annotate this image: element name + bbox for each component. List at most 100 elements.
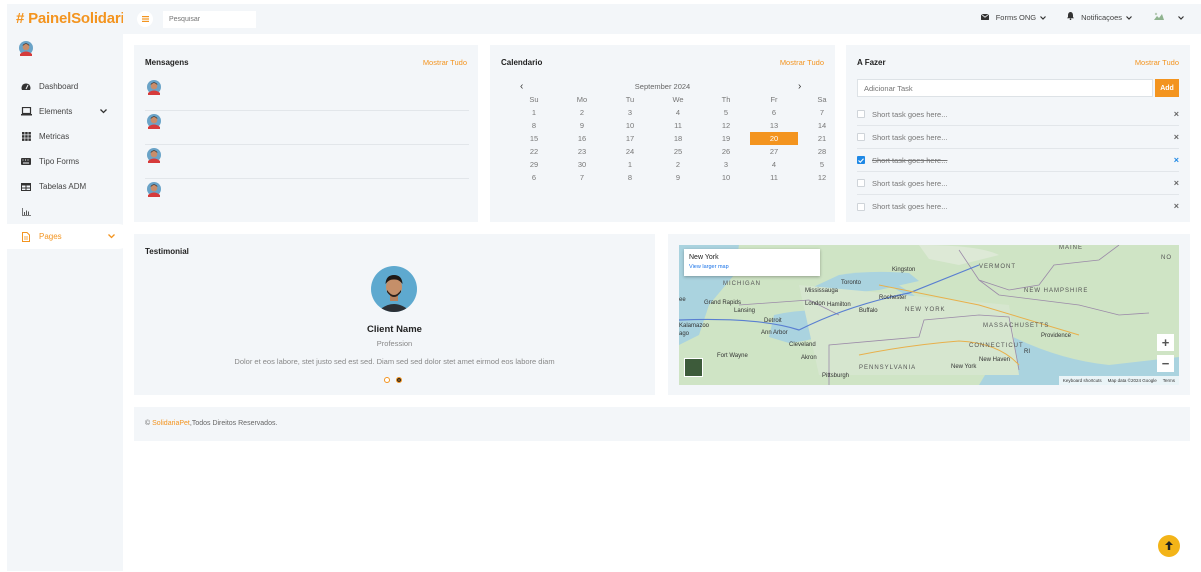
calendar-day[interactable]: 9 <box>558 119 606 132</box>
sidebar-item-tabelas-adm[interactable]: Tabelas ADM <box>7 174 123 199</box>
sidebar-item-pages[interactable]: Pages <box>7 224 131 249</box>
delete-task-icon[interactable]: × <box>1174 155 1179 165</box>
avatar <box>146 113 162 133</box>
calendar-day[interactable]: 14 <box>798 119 846 132</box>
messages-card: Mensagens Mostrar Tudo <box>134 45 478 222</box>
sidebar-item-charts[interactable] <box>7 199 123 224</box>
message-item[interactable] <box>145 111 469 145</box>
calendar-day[interactable]: 24 <box>606 145 654 158</box>
google-map[interactable]: MAINE NO VERMONT NEW HAMPSHIRE MASSACHUS… <box>679 245 1179 385</box>
task-text: Short task goes here... <box>872 178 948 188</box>
sidebar-item-dashboard[interactable]: Dashboard <box>7 74 123 99</box>
messages-show-all-link[interactable]: Mostrar Tudo <box>423 58 467 67</box>
user-menu-dropdown[interactable] <box>1153 11 1191 23</box>
message-item[interactable] <box>145 145 469 179</box>
calendar-day[interactable]: 13 <box>750 119 798 132</box>
sidebar-item-elements[interactable]: Elements <box>7 99 123 124</box>
calendar-day[interactable]: 2 <box>654 158 702 171</box>
next-month-button[interactable]: › <box>798 81 801 92</box>
delete-task-icon[interactable]: × <box>1174 109 1179 119</box>
calendar-day[interactable]: 18 <box>654 132 702 145</box>
calendar-day[interactable]: 20 <box>750 132 798 145</box>
todo-show-all-link[interactable]: Mostrar Tudo <box>1135 58 1179 67</box>
sidebar-item-tipo-forms[interactable]: Tipo Forms <box>7 149 123 174</box>
calendar-day[interactable]: 7 <box>798 106 846 119</box>
sidebar-item-label: Tabelas ADM <box>39 182 87 191</box>
sidebar-toggle-button[interactable] <box>137 11 153 27</box>
calendar-day[interactable]: 6 <box>510 171 558 184</box>
calendar-day[interactable]: 1 <box>606 158 654 171</box>
search-input[interactable] <box>163 11 256 28</box>
calendar-day[interactable]: 21 <box>798 132 846 145</box>
message-item[interactable] <box>145 179 469 213</box>
delete-task-icon[interactable]: × <box>1174 178 1179 188</box>
calendar-day[interactable]: 5 <box>702 106 750 119</box>
calendar-day[interactable]: 11 <box>654 119 702 132</box>
map-label: Hamilton <box>827 302 851 308</box>
calendar-day[interactable]: 28 <box>798 145 846 158</box>
user-avatar[interactable] <box>18 40 34 60</box>
calendar-weekday: Fr <box>770 95 778 104</box>
task-checkbox[interactable] <box>857 156 865 164</box>
calendar-day[interactable]: 10 <box>606 119 654 132</box>
task-checkbox[interactable] <box>857 179 865 187</box>
brand-logo[interactable]: # PainelSolidaria <box>16 10 133 27</box>
calendar-day[interactable]: 4 <box>654 106 702 119</box>
calendar-day[interactable]: 5 <box>798 158 846 171</box>
back-to-top-button[interactable] <box>1158 535 1180 557</box>
calendar-day[interactable]: 25 <box>654 145 702 158</box>
calendar-day[interactable]: 23 <box>558 145 606 158</box>
add-task-input[interactable] <box>857 79 1153 97</box>
calendar-day[interactable]: 8 <box>606 171 654 184</box>
table-icon <box>20 181 32 193</box>
keyboard-shortcuts-link[interactable]: Keyboard shortcuts <box>1063 378 1102 383</box>
add-task-button[interactable]: Add <box>1155 79 1179 97</box>
calendar-day[interactable]: 27 <box>750 145 798 158</box>
calendar-day[interactable]: 3 <box>702 158 750 171</box>
calendar-day[interactable]: 19 <box>702 132 750 145</box>
bell-icon <box>1067 12 1081 22</box>
calendar-day[interactable]: 4 <box>750 158 798 171</box>
sidebar-item-label: Metricas <box>39 132 70 141</box>
calendar-day[interactable]: 29 <box>510 158 558 171</box>
calendar-day[interactable]: 15 <box>510 132 558 145</box>
page-footer: © SolidariaPet,Todos Direitos Reservados… <box>134 407 1190 441</box>
map-satellite-toggle[interactable] <box>684 358 703 377</box>
calendar-day[interactable]: 12 <box>798 171 846 184</box>
calendar-show-all-link[interactable]: Mostrar Tudo <box>780 58 824 67</box>
notifications-dropdown[interactable]: Notificaçoes <box>1067 12 1139 22</box>
calendar-day[interactable]: 8 <box>510 119 558 132</box>
task-checkbox[interactable] <box>857 110 865 118</box>
chevron-down-icon <box>100 107 107 116</box>
carousel-dot-1[interactable] <box>384 377 390 383</box>
calendar-day[interactable]: 6 <box>750 106 798 119</box>
view-larger-map-link[interactable]: View larger map <box>689 264 729 270</box>
task-checkbox[interactable] <box>857 202 865 211</box>
task-checkbox[interactable] <box>857 133 865 141</box>
calendar-day[interactable]: 7 <box>558 171 606 184</box>
calendar-title: Calendario <box>501 58 543 67</box>
forms-ong-dropdown[interactable]: Forms ONG <box>980 13 1053 22</box>
calendar-day[interactable]: 12 <box>702 119 750 132</box>
terms-link[interactable]: Terms <box>1163 378 1175 383</box>
zoom-out-button[interactable]: − <box>1157 355 1174 372</box>
calendar-day[interactable]: 22 <box>510 145 558 158</box>
calendar-day[interactable]: 26 <box>702 145 750 158</box>
delete-task-icon[interactable]: × <box>1174 201 1179 211</box>
calendar-day[interactable]: 1 <box>510 106 558 119</box>
calendar-day[interactable]: 2 <box>558 106 606 119</box>
calendar-day[interactable]: 11 <box>750 171 798 184</box>
zoom-in-button[interactable]: + <box>1157 334 1174 351</box>
calendar-day[interactable]: 9 <box>654 171 702 184</box>
calendar-day[interactable]: 3 <box>606 106 654 119</box>
carousel-dot-2[interactable] <box>396 377 402 383</box>
message-item[interactable] <box>145 77 469 111</box>
sidebar-item-metricas[interactable]: Metricas <box>7 124 123 149</box>
footer-brand-link[interactable]: SolidariaPet <box>152 420 190 427</box>
calendar-day[interactable]: 17 <box>606 132 654 145</box>
sidebar-item-label: Tipo Forms <box>39 157 80 166</box>
calendar-day[interactable]: 16 <box>558 132 606 145</box>
calendar-day[interactable]: 30 <box>558 158 606 171</box>
calendar-day[interactable]: 10 <box>702 171 750 184</box>
delete-task-icon[interactable]: × <box>1174 132 1179 142</box>
